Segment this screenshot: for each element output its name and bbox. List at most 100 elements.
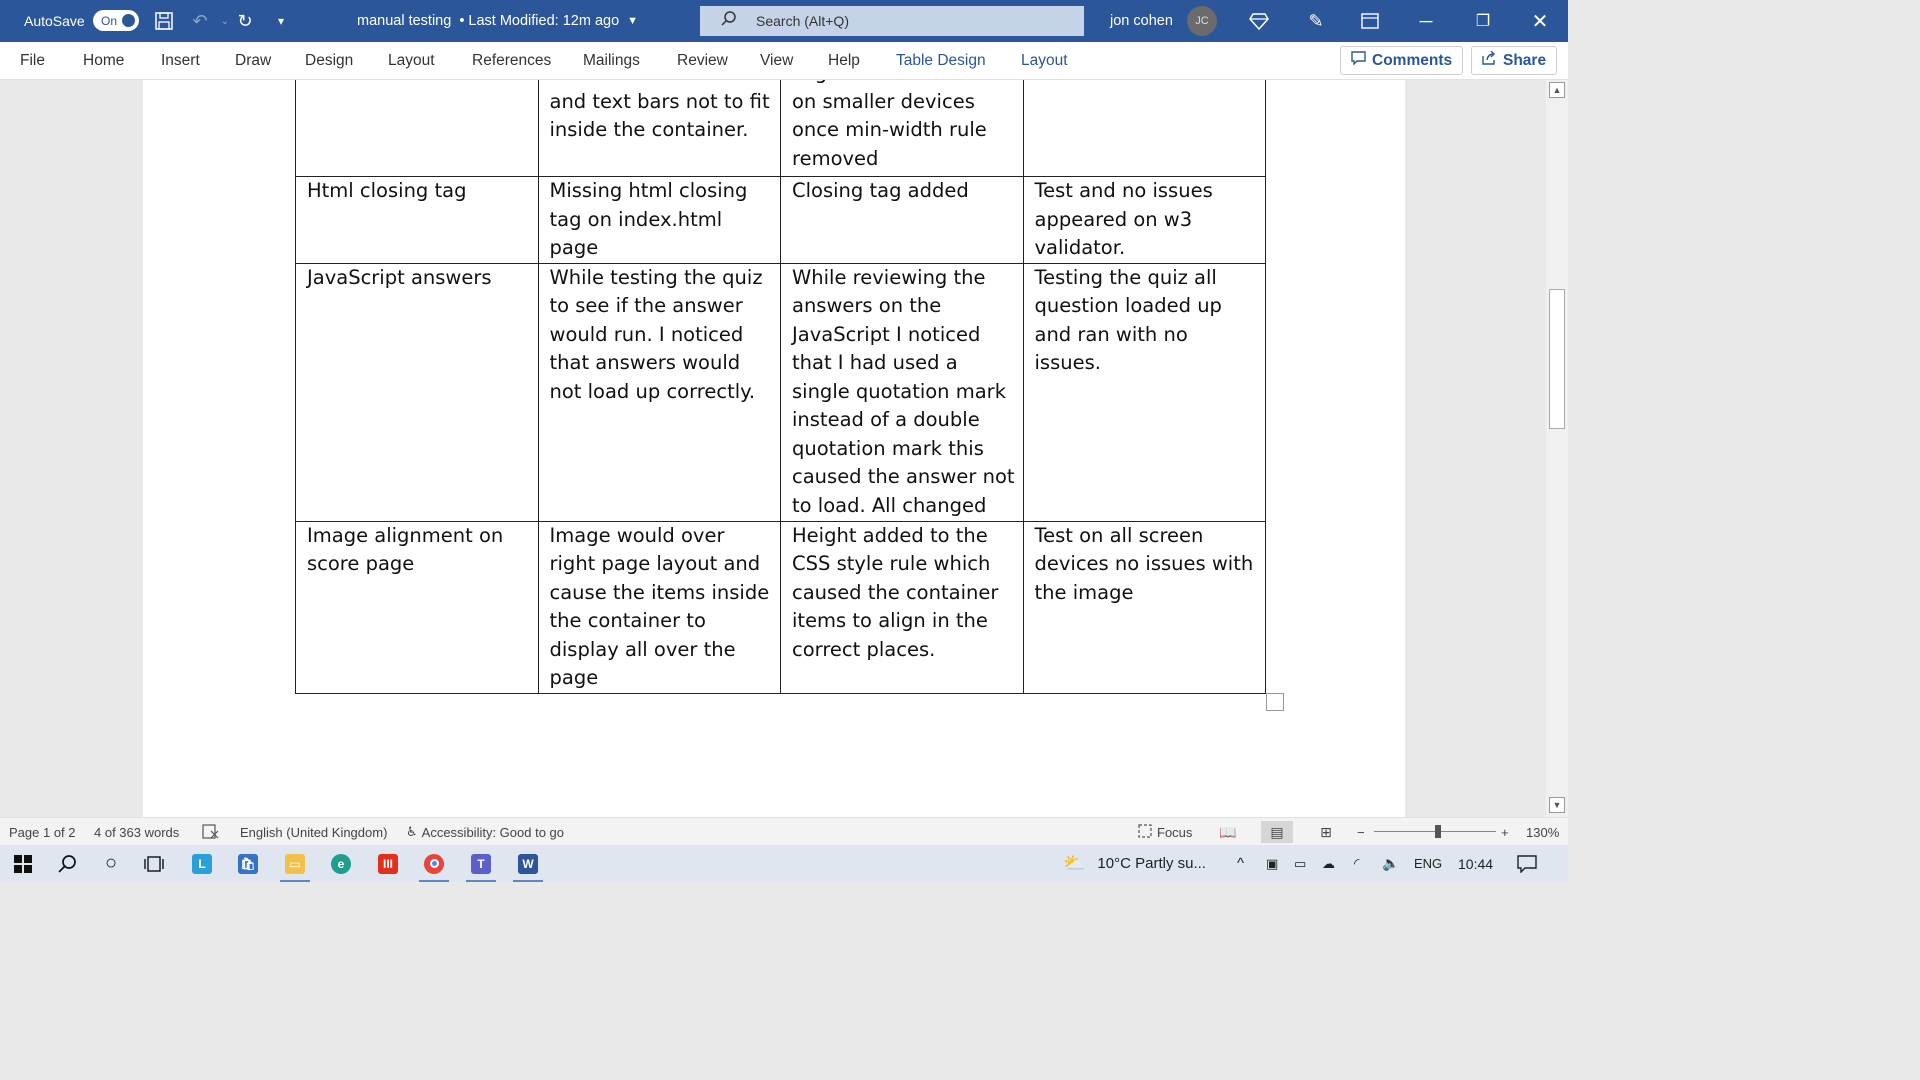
task-view-icon[interactable] bbox=[131, 845, 177, 882]
store-icon[interactable]: 🛍 bbox=[225, 845, 271, 882]
clock[interactable]: 10:44 bbox=[1458, 845, 1493, 882]
windows-start-icon[interactable] bbox=[0, 845, 46, 882]
chevron-down-icon: ▼ bbox=[627, 15, 639, 27]
table-cell[interactable]: Testing the quiz all question loaded up … bbox=[1022, 262, 1266, 522]
tab-references[interactable]: References bbox=[472, 42, 551, 80]
document-title[interactable]: manual testing • Last Modified: 12m ago … bbox=[357, 0, 638, 42]
weather-icon: ⛅ bbox=[1063, 853, 1086, 873]
page-count[interactable]: Page 1 of 2 bbox=[9, 818, 76, 846]
table-cell[interactable]: Height added to the CSS style rule which… bbox=[780, 520, 1024, 694]
weather-text: 10°C Partly su... bbox=[1097, 855, 1206, 872]
edge-icon[interactable]: e bbox=[318, 845, 364, 882]
document-area: which caused buttons and text bars not t… bbox=[0, 80, 1546, 817]
wifi-icon[interactable]: ◜ bbox=[1354, 845, 1359, 882]
search-placeholder: Search (Alt+Q) bbox=[756, 13, 849, 29]
table-cell[interactable]: Closing tag added bbox=[780, 176, 1024, 264]
search-input[interactable]: Search (Alt+Q) bbox=[700, 6, 1084, 36]
diamond-icon[interactable] bbox=[1245, 0, 1273, 42]
avatar[interactable]: JC bbox=[1187, 6, 1217, 36]
tab-file[interactable]: File bbox=[20, 42, 45, 80]
teams-icon[interactable]: T bbox=[458, 845, 504, 882]
weather-widget[interactable]: ⛅ 10°C Partly su... bbox=[1063, 845, 1206, 882]
table-cell[interactable]: Missing html closing tag on index.html p… bbox=[537, 176, 781, 264]
tab-help[interactable]: Help bbox=[828, 42, 860, 80]
table-cell[interactable]: While testing the quiz to see if the ans… bbox=[537, 262, 781, 522]
show-hidden-icons-icon[interactable]: ^ bbox=[1237, 845, 1244, 882]
table-cell[interactable]: Html closing tag bbox=[295, 176, 539, 264]
zoom-slider-knob[interactable] bbox=[1435, 825, 1441, 838]
word-icon[interactable]: W bbox=[505, 845, 551, 882]
zoom-in-button[interactable]: + bbox=[1501, 818, 1509, 846]
comments-button[interactable]: Comments bbox=[1340, 46, 1464, 75]
customize-toolbar-icon[interactable]: ▾ bbox=[267, 0, 295, 42]
battery-icon[interactable]: ▭ bbox=[1294, 845, 1306, 882]
meet-now-icon[interactable]: ▣ bbox=[1266, 845, 1278, 882]
accessibility-status[interactable]: ♿ Accessibility: Good to go bbox=[406, 818, 564, 846]
share-label: Share bbox=[1503, 51, 1547, 69]
tab-insert[interactable]: Insert bbox=[161, 42, 200, 80]
accessibility-icon: ♿ bbox=[406, 824, 418, 839]
autosave-toggle[interactable]: On bbox=[93, 10, 139, 31]
ribbon-display-icon[interactable] bbox=[1356, 0, 1384, 42]
document-table[interactable]: which caused buttons and text bars not t… bbox=[295, 80, 1266, 694]
minimize-icon[interactable]: ─ bbox=[1412, 0, 1440, 42]
tab-layout[interactable]: Layout bbox=[388, 42, 435, 80]
focus-button[interactable]: Focus bbox=[1137, 818, 1192, 846]
tab-mailings[interactable]: Mailings bbox=[583, 42, 640, 80]
tab-design[interactable]: Design bbox=[305, 42, 353, 80]
undo-icon[interactable]: ↶ bbox=[186, 0, 214, 42]
table-cell[interactable]: which caused buttons and text bars not t… bbox=[537, 80, 781, 177]
zoom-out-button[interactable]: − bbox=[1357, 818, 1365, 846]
language[interactable]: English (United Kingdom) bbox=[240, 818, 387, 846]
taskbar-search-icon[interactable] bbox=[44, 845, 90, 882]
table-cell[interactable]: While reviewing the answers on the JavaS… bbox=[780, 262, 1024, 522]
language-indicator[interactable]: ENG bbox=[1414, 845, 1442, 882]
vertical-scrollbar[interactable]: ▲ ▼ bbox=[1546, 80, 1568, 817]
table-cell[interactable]: Test and no issues appeared on w3 valida… bbox=[1022, 176, 1266, 264]
tab-home[interactable]: Home bbox=[83, 42, 124, 80]
table-cell[interactable]: alignment seems to fit on smaller device… bbox=[780, 80, 1024, 177]
scrollbar-thumb[interactable] bbox=[1549, 289, 1565, 429]
volume-icon[interactable]: 🔈 bbox=[1382, 845, 1399, 882]
table-row: Html closing tag Missing html closing ta… bbox=[295, 176, 1266, 264]
table-cell[interactable]: Image would over right page layout and c… bbox=[537, 520, 781, 694]
notifications-icon[interactable] bbox=[1517, 845, 1537, 882]
word-count[interactable]: 4 of 363 words bbox=[94, 818, 179, 846]
tab-draw[interactable]: Draw bbox=[235, 42, 271, 80]
status-bar: Page 1 of 2 4 of 363 words English (Unit… bbox=[0, 817, 1568, 845]
save-icon[interactable] bbox=[150, 0, 178, 42]
table-resize-handle[interactable] bbox=[1266, 693, 1284, 711]
app-red-icon[interactable]: III bbox=[365, 845, 411, 882]
taskbar: ○ L 🛍 ▭ e III T W ⛅ 10°C Partly su... ^ … bbox=[0, 845, 1568, 882]
zoom-level[interactable]: 130% bbox=[1526, 818, 1559, 846]
document-name: manual testing bbox=[357, 13, 452, 29]
table-cell[interactable] bbox=[295, 80, 539, 177]
scroll-down-icon[interactable]: ▼ bbox=[1549, 797, 1565, 813]
read-mode-icon[interactable]: 📖 bbox=[1212, 821, 1244, 843]
tab-table-layout[interactable]: Layout bbox=[1021, 42, 1068, 80]
cortana-icon[interactable]: ○ bbox=[88, 845, 134, 882]
user-name[interactable]: jon cohen bbox=[1110, 0, 1173, 42]
close-icon[interactable]: ✕ bbox=[1526, 0, 1554, 42]
onedrive-icon[interactable]: ☁ bbox=[1322, 845, 1335, 882]
app-l-icon[interactable]: L bbox=[179, 845, 225, 882]
proofing-icon[interactable] bbox=[202, 818, 220, 846]
table-cell[interactable]: JavaScript answers bbox=[295, 262, 539, 522]
restore-icon[interactable]: ❐ bbox=[1469, 0, 1497, 42]
table-cell[interactable] bbox=[1022, 80, 1266, 177]
tab-view[interactable]: View bbox=[760, 42, 793, 80]
search-icon bbox=[720, 10, 738, 33]
share-button[interactable]: Share bbox=[1471, 46, 1558, 75]
redo-icon[interactable]: ↻ bbox=[231, 0, 259, 42]
scroll-up-icon[interactable]: ▲ bbox=[1549, 82, 1565, 98]
web-layout-icon[interactable]: ⊞ bbox=[1310, 821, 1342, 843]
table-cell[interactable]: Test on all screen devices no issues wit… bbox=[1022, 520, 1266, 694]
table-cell[interactable]: Image alignment on score page bbox=[295, 520, 539, 694]
chrome-icon[interactable] bbox=[411, 845, 457, 882]
tab-review[interactable]: Review bbox=[677, 42, 728, 80]
tab-table-design[interactable]: Table Design bbox=[896, 42, 986, 80]
file-explorer-icon[interactable]: ▭ bbox=[272, 845, 318, 882]
pen-icon[interactable]: ✎ bbox=[1302, 0, 1330, 42]
autosave-state: On bbox=[101, 13, 118, 28]
print-layout-icon[interactable]: ▤ bbox=[1261, 821, 1293, 843]
